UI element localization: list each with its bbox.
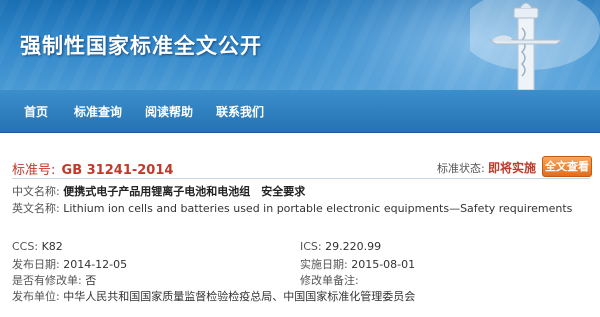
publisher-label: 发布单位: xyxy=(12,290,60,303)
amendment-label: 是否有修改单: xyxy=(12,274,82,287)
english-name-value: Lithium ion cells and batteries used in … xyxy=(63,202,573,215)
chinese-name-row: 中文名称: 便携式电子产品用锂离子电池和电池组 安全要求 xyxy=(12,183,305,199)
ics-value: 29.220.99 xyxy=(325,240,382,253)
implementation-date-row: 实施日期: 2015-08-01 xyxy=(300,256,415,272)
status-value: 即将实施 xyxy=(488,161,537,175)
nav-standard-search[interactable]: 标准查询 xyxy=(74,103,122,120)
header-banner: 强制性国家标准全文公开 xyxy=(0,0,600,90)
amendment-row: 是否有修改单: 否 xyxy=(12,272,96,288)
nav-contact-us[interactable]: 联系我们 xyxy=(216,103,264,120)
ics-row: ICS: 29.220.99 xyxy=(300,240,381,253)
issue-date-label: 发布日期: xyxy=(12,258,60,271)
issue-date-value: 2014-12-05 xyxy=(63,258,128,271)
standard-number-row: 标准号: GB 31241-2014 xyxy=(12,159,173,178)
main-nav: 首页 标准查询 阅读帮助 联系我们 xyxy=(0,90,600,133)
amendment-note-label: 修改单备注: xyxy=(300,274,359,287)
ics-label: ICS: xyxy=(300,240,322,253)
standard-number-label: 标准号: xyxy=(12,163,56,178)
huabiao-pillar-image xyxy=(470,0,600,90)
amendment-note-row: 修改单备注: xyxy=(300,272,359,288)
english-name-row: 英文名称: Lithium ion cells and batteries us… xyxy=(12,200,572,216)
site-title: 强制性国家标准全文公开 xyxy=(20,34,262,58)
implementation-date-label: 实施日期: xyxy=(300,258,348,271)
issue-date-row: 发布日期: 2014-12-05 xyxy=(12,256,127,272)
nav-home[interactable]: 首页 xyxy=(24,103,48,120)
ccs-label: CCS: xyxy=(12,240,39,253)
chinese-name-value: 便携式电子产品用锂离子电池和电池组 安全要求 xyxy=(63,185,306,198)
divider xyxy=(12,178,590,179)
amendment-value: 否 xyxy=(85,274,97,287)
chinese-name-label: 中文名称: xyxy=(12,185,60,198)
standard-number: GB 31241-2014 xyxy=(61,163,174,178)
nav-reading-help[interactable]: 阅读帮助 xyxy=(145,103,193,120)
english-name-label: 英文名称: xyxy=(12,202,60,215)
ccs-row: CCS: K82 xyxy=(12,240,63,253)
implementation-date-value: 2015-08-01 xyxy=(351,258,416,271)
publisher-value: 中华人民共和国国家质量监督检验检疫总局、中国国家标准化管理委员会 xyxy=(63,290,416,303)
ccs-value: K82 xyxy=(41,240,63,253)
view-full-text-button[interactable]: 全文查看 xyxy=(542,156,592,177)
status-label: 标准状态: xyxy=(437,162,485,175)
publisher-row: 发布单位: 中华人民共和国国家质量监督检验检疫总局、中国国家标准化管理委员会 xyxy=(12,288,415,304)
